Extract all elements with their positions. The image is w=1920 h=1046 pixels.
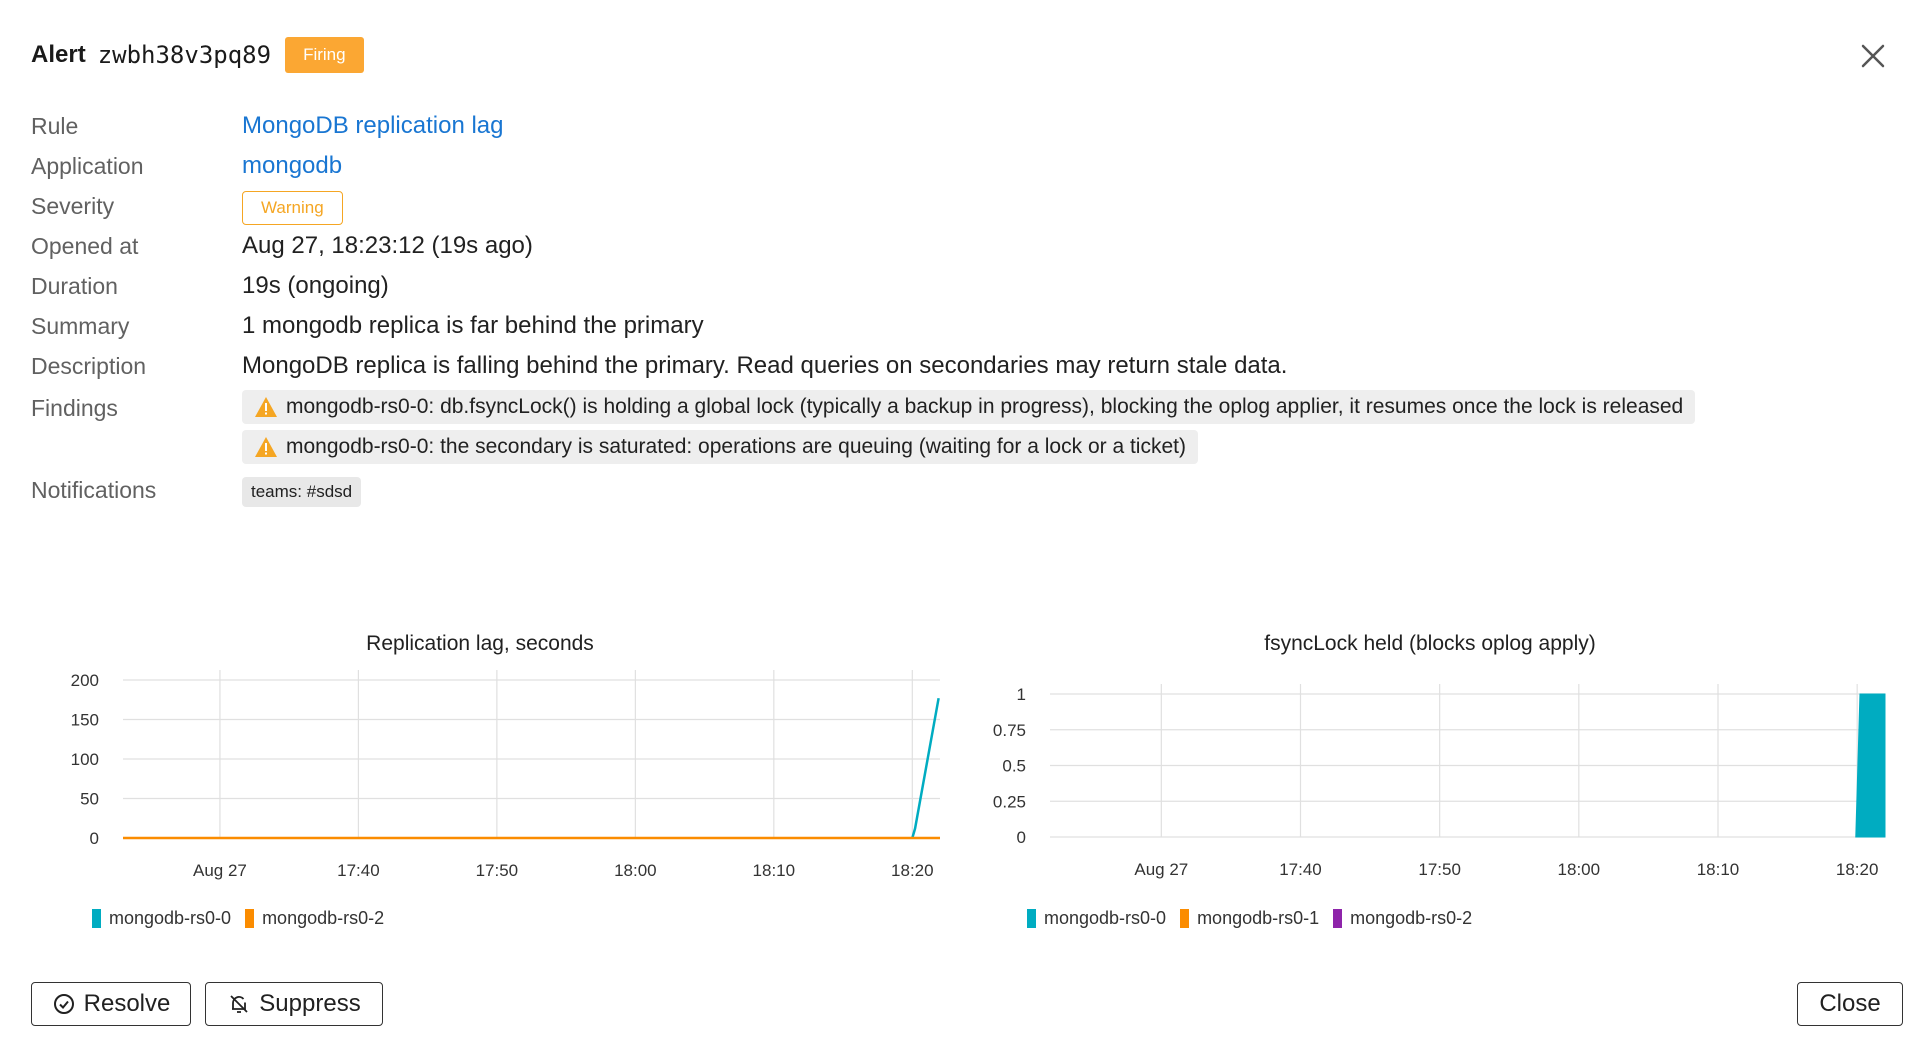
y-tick-label: 200 <box>71 671 99 690</box>
warning-triangle-icon <box>255 397 277 417</box>
application-row: Application mongodb <box>31 146 1881 186</box>
x-tick-label: Aug 27 <box>193 861 247 880</box>
alert-title-word: Alert <box>31 41 86 68</box>
rule-link[interactable]: MongoDB replication lag <box>242 112 503 139</box>
x-tick-label: 17:40 <box>1279 860 1322 879</box>
y-tick-label: 150 <box>71 711 99 730</box>
findings-row: Findings mongodb-rs0-0: db.fsyncLock() i… <box>31 388 1881 464</box>
chart-legend: mongodb-rs0-0 mongodb-rs0-1 mongodb-rs0-2 <box>1027 908 1472 929</box>
description-value: MongoDB replica is falling behind the pr… <box>242 352 1288 379</box>
legend-swatch <box>245 909 255 928</box>
legend-swatch <box>1333 909 1343 928</box>
dialog-header: Alert zwbh38v3pq89 Firing <box>31 36 364 74</box>
fsynclock-chart: fsyncLock held (blocks oplog apply) 0 0.2… <box>990 632 1890 952</box>
x-tick-label: 18:10 <box>1697 860 1740 879</box>
description-label: Description <box>31 353 147 379</box>
y-tick-label: 0.5 <box>1002 757 1026 776</box>
legend-item[interactable]: mongodb-rs0-2 <box>245 908 384 929</box>
replication-lag-plot: 0 50 100 150 200 Aug 27 17:40 17:50 18:00 18:10 18… <box>71 670 940 880</box>
rule-label: Rule <box>31 113 79 139</box>
legend-label: mongodb-rs0-2 <box>1350 908 1473 928</box>
y-tick-label: 50 <box>80 790 99 809</box>
opened-row: Opened at Aug 27, 18:23:12 (19s ago) <box>31 226 1881 266</box>
duration-row: Duration 19s (ongoing) <box>31 266 1881 306</box>
x-tick-label: 18:00 <box>1558 860 1601 879</box>
finding-item: mongodb-rs0-0: the secondary is saturate… <box>242 430 1198 464</box>
legend-label: mongodb-rs0-0 <box>109 908 232 928</box>
replication-lag-chart: Replication lag, seconds 0 50 100 150 200 Aug… <box>30 632 990 952</box>
x-tick-label: 18:20 <box>1836 860 1879 879</box>
y-tick-label: 0.25 <box>993 792 1026 811</box>
y-tick-label: 0 <box>90 829 99 848</box>
alert-id: zwbh38v3pq89 <box>97 41 272 69</box>
legend-label: mongodb-rs0-2 <box>262 908 385 928</box>
fsynclock-plot: 0 0.25 0.5 0.75 1 Aug 27 17:40 17:50 18:00 18:10 1… <box>993 684 1886 879</box>
x-tick-label: 17:50 <box>476 861 519 880</box>
rule-row: Rule MongoDB replication lag <box>31 106 1881 146</box>
x-tick-label: 18:10 <box>753 861 796 880</box>
severity-row: Severity Warning <box>31 186 1881 226</box>
summary-value: 1 mongodb replica is far behind the prim… <box>242 312 704 339</box>
x-tick-label: 17:40 <box>337 861 380 880</box>
status-badge: Firing <box>285 37 364 73</box>
x-tick-label: 18:00 <box>614 861 657 880</box>
legend-label: mongodb-rs0-1 <box>1197 908 1320 928</box>
finding-text: mongodb-rs0-0: the secondary is saturate… <box>286 435 1186 458</box>
legend-swatch <box>92 909 101 928</box>
resolve-label: Resolve <box>83 990 171 1017</box>
legend-swatch <box>1180 909 1190 928</box>
opened-label: Opened at <box>31 233 139 259</box>
suppress-button[interactable]: Suppress <box>205 982 383 1026</box>
duration-value: 19s (ongoing) <box>242 272 389 299</box>
x-tick-label: Aug 27 <box>1134 860 1188 879</box>
application-label: Application <box>31 153 144 179</box>
bell-off-icon <box>230 995 248 1013</box>
close-icon[interactable] <box>1857 40 1889 72</box>
y-tick-label: 0 <box>1017 828 1026 847</box>
legend-item[interactable]: mongodb-rs0-1 <box>1180 908 1319 929</box>
suppress-label: Suppress <box>259 990 361 1017</box>
summary-label: Summary <box>31 313 130 339</box>
legend-item[interactable]: mongodb-rs0-0 <box>92 908 231 929</box>
resolve-button[interactable]: Resolve <box>31 982 191 1026</box>
check-circle-icon <box>53 994 74 1014</box>
severity-label: Severity <box>31 193 115 219</box>
x-tick-label: 17:50 <box>1418 860 1461 879</box>
finding-text: mongodb-rs0-0: db.fsyncLock() is holding… <box>286 395 1684 418</box>
y-tick-label: 0.75 <box>993 721 1026 740</box>
close-label: Close <box>1819 990 1881 1017</box>
close-button[interactable]: Close <box>1797 982 1903 1026</box>
legend-label: mongodb-rs0-0 <box>1044 908 1167 928</box>
legend-item[interactable]: mongodb-rs0-0 <box>1027 908 1166 929</box>
series-mongodb-rs0-0 <box>1855 693 1886 838</box>
y-tick-label: 100 <box>71 750 99 769</box>
x-tick-label: 18:20 <box>891 861 934 880</box>
y-tick-label: 1 <box>1017 685 1026 704</box>
duration-label: Duration <box>31 273 118 299</box>
application-link[interactable]: mongodb <box>242 152 342 179</box>
opened-value: Aug 27, 18:23:12 (19s ago) <box>242 232 533 259</box>
description-row: Description MongoDB replica is falling b… <box>31 346 1881 386</box>
chart-legend: mongodb-rs0-0 mongodb-rs0-2 <box>92 908 384 929</box>
severity-badge: Warning <box>242 191 343 225</box>
summary-row: Summary 1 mongodb replica is far behind … <box>31 306 1881 346</box>
findings-list: mongodb-rs0-0: db.fsyncLock() is holding… <box>242 388 1696 464</box>
findings-label: Findings <box>31 395 118 421</box>
notification-chip: teams: #sdsd <box>242 477 362 507</box>
notifications-row: Notifications teams: #sdsd <box>31 470 1881 510</box>
alert-details: Rule MongoDB replication lag Application… <box>31 106 1881 510</box>
finding-item: mongodb-rs0-0: db.fsyncLock() is holding… <box>242 390 1696 424</box>
alert-dialog: Alert zwbh38v3pq89 Firing Rule MongoDB r… <box>0 0 1920 1046</box>
warning-triangle-icon <box>255 437 277 457</box>
legend-item[interactable]: mongodb-rs0-2 <box>1333 908 1472 929</box>
notifications-label: Notifications <box>31 477 157 503</box>
legend-swatch <box>1027 909 1036 928</box>
